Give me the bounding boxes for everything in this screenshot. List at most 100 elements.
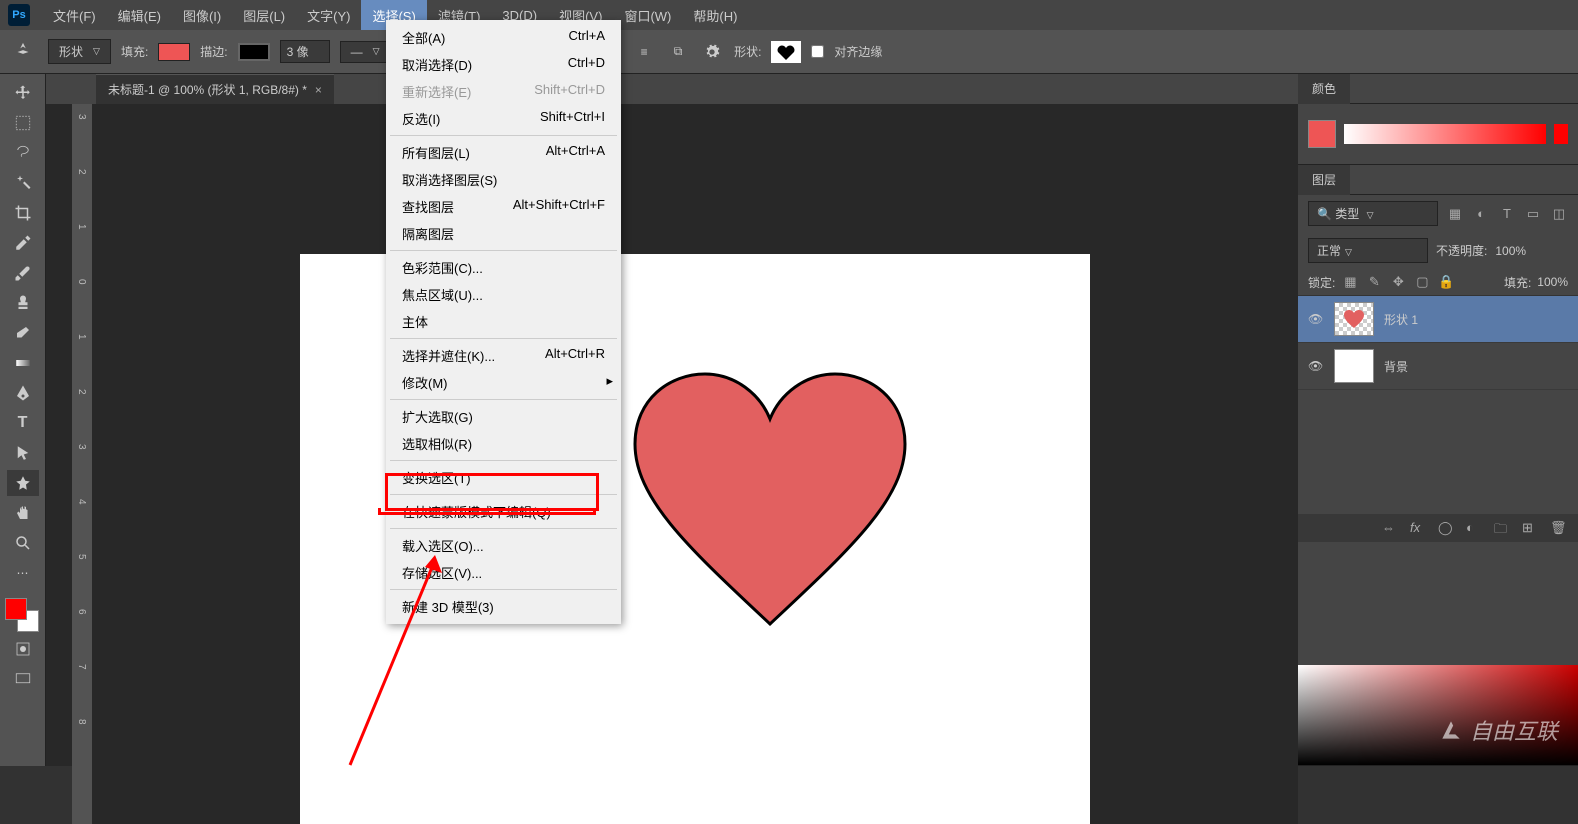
layer-item[interactable]: 👁背景 bbox=[1298, 343, 1578, 390]
layer-thumb[interactable] bbox=[1334, 302, 1374, 336]
filter-type-icon[interactable]: T bbox=[1498, 205, 1516, 223]
visibility-icon[interactable]: 👁 bbox=[1308, 312, 1324, 326]
annotation-highlight bbox=[385, 473, 599, 511]
dd-item[interactable]: 主体 bbox=[386, 308, 621, 335]
menu-4[interactable]: 文字(Y) bbox=[296, 0, 361, 30]
color-swatches[interactable] bbox=[5, 598, 41, 634]
document-tab[interactable]: 未标题-1 @ 100% (形状 1, RGB/8#) * × bbox=[96, 74, 334, 104]
menu-3[interactable]: 图层(L) bbox=[232, 0, 296, 30]
layer-thumb[interactable] bbox=[1334, 349, 1374, 383]
dd-item[interactable]: 所有图层(L)Alt+Ctrl+A bbox=[386, 139, 621, 166]
marquee-tool[interactable] bbox=[7, 110, 39, 136]
layers-panel-tab[interactable]: 图层 bbox=[1298, 165, 1350, 195]
select-menu-dropdown: 全部(A)Ctrl+A取消选择(D)Ctrl+D重新选择(E)Shift+Ctr… bbox=[386, 20, 621, 624]
dd-item[interactable]: 全部(A)Ctrl+A bbox=[386, 24, 621, 51]
eyedropper-tool[interactable] bbox=[7, 230, 39, 256]
new-layer-icon[interactable]: ⊞ bbox=[1522, 520, 1538, 536]
stroke-width-input[interactable]: 3 像 bbox=[280, 40, 330, 63]
lock-all-icon[interactable]: 🔒 bbox=[1437, 273, 1455, 291]
layer-name: 形状 1 bbox=[1384, 311, 1418, 328]
wand-tool[interactable] bbox=[7, 170, 39, 196]
edit-toolbar[interactable]: ⋯ bbox=[7, 560, 39, 586]
link-layers-icon[interactable]: ⇔ bbox=[1382, 520, 1398, 536]
color-slider[interactable] bbox=[1344, 124, 1546, 144]
align-edges-checkbox[interactable] bbox=[811, 45, 824, 58]
layer-filter-select[interactable]: 🔍 类型 ▽ bbox=[1308, 201, 1438, 226]
pen-tool[interactable] bbox=[7, 380, 39, 406]
stroke-swatch[interactable] bbox=[238, 43, 270, 61]
heart-shape[interactable] bbox=[630, 369, 910, 629]
brush-tool[interactable] bbox=[7, 260, 39, 286]
group-icon[interactable]: 🗀 bbox=[1494, 520, 1510, 536]
menu-0[interactable]: 文件(F) bbox=[42, 0, 107, 30]
fill-swatch[interactable] bbox=[158, 43, 190, 61]
lock-paint-icon[interactable]: ✎ bbox=[1365, 273, 1383, 291]
blend-mode-select[interactable]: 正常▽ bbox=[1308, 238, 1428, 263]
close-icon[interactable]: × bbox=[315, 83, 322, 97]
opacity-label: 不透明度: bbox=[1436, 242, 1487, 259]
fill-label: 填充: bbox=[121, 43, 148, 60]
dd-item[interactable]: 查找图层Alt+Shift+Ctrl+F bbox=[386, 193, 621, 220]
lasso-tool[interactable] bbox=[7, 140, 39, 166]
dd-item[interactable]: 色彩范围(C)... bbox=[386, 254, 621, 281]
menu-2[interactable]: 图像(I) bbox=[172, 0, 232, 30]
color-panel-tab[interactable]: 颜色 bbox=[1298, 74, 1350, 104]
visibility-icon[interactable]: 👁 bbox=[1308, 359, 1324, 373]
filter-adjust-icon[interactable]: ◐ bbox=[1472, 205, 1490, 223]
eraser-tool[interactable] bbox=[7, 320, 39, 346]
opacity-value[interactable]: 100% bbox=[1495, 244, 1526, 258]
crop-tool[interactable] bbox=[7, 200, 39, 226]
lock-artboard-icon[interactable]: ▢ bbox=[1413, 273, 1431, 291]
watermark: 自由互联 bbox=[1438, 714, 1558, 746]
trash-icon[interactable]: 🗑 bbox=[1550, 520, 1566, 536]
stamp-tool[interactable] bbox=[7, 290, 39, 316]
align-icon[interactable]: ≡ bbox=[632, 40, 656, 64]
dd-item[interactable]: 取消选择图层(S) bbox=[386, 166, 621, 193]
dd-item[interactable]: 选取相似(R) bbox=[386, 430, 621, 457]
gradient-tool[interactable] bbox=[7, 350, 39, 376]
color-fg-swatch[interactable] bbox=[1308, 120, 1336, 148]
foreground-color[interactable] bbox=[5, 598, 27, 620]
zoom-tool[interactable] bbox=[7, 530, 39, 556]
gear-icon[interactable] bbox=[700, 40, 724, 64]
filter-shape-icon[interactable]: ▭ bbox=[1524, 205, 1542, 223]
canvas-area[interactable] bbox=[92, 104, 1298, 824]
path-select-tool[interactable] bbox=[7, 440, 39, 466]
menu-9[interactable]: 窗口(W) bbox=[613, 0, 682, 30]
color-end-swatch[interactable] bbox=[1554, 124, 1568, 144]
lock-transparent-icon[interactable]: ▦ bbox=[1341, 273, 1359, 291]
layer-fill-value[interactable]: 100% bbox=[1537, 275, 1568, 289]
dd-item[interactable]: 隔离图层 bbox=[386, 220, 621, 247]
dd-item[interactable]: 焦点区域(U)... bbox=[386, 281, 621, 308]
align-edges-label: 对齐边缘 bbox=[834, 43, 882, 60]
dd-item[interactable]: 扩大选取(G) bbox=[386, 403, 621, 430]
filter-pixel-icon[interactable]: ▦ bbox=[1446, 205, 1464, 223]
dd-item[interactable]: 取消选择(D)Ctrl+D bbox=[386, 51, 621, 78]
document-tabs: 未标题-1 @ 100% (形状 1, RGB/8#) * × bbox=[46, 74, 1298, 104]
move-tool[interactable] bbox=[7, 80, 39, 106]
mask-icon[interactable]: ◯ bbox=[1438, 520, 1454, 536]
type-tool[interactable]: T bbox=[7, 410, 39, 436]
shape-picker[interactable] bbox=[771, 41, 801, 63]
dd-item: 重新选择(E)Shift+Ctrl+D bbox=[386, 78, 621, 105]
arrange-icon[interactable]: ⧉ bbox=[666, 40, 690, 64]
dd-item[interactable]: 选择并遮住(K)...Alt+Ctrl+R bbox=[386, 342, 621, 369]
filter-smart-icon[interactable]: ◫ bbox=[1550, 205, 1568, 223]
dd-item[interactable]: 修改(M) bbox=[386, 369, 621, 396]
shape-tool[interactable] bbox=[7, 470, 39, 496]
shape-mode-select[interactable]: 形状▽ bbox=[48, 39, 111, 64]
hand-tool[interactable] bbox=[7, 500, 39, 526]
layer-item[interactable]: 👁 形状 1 bbox=[1298, 296, 1578, 343]
menu-10[interactable]: 帮助(H) bbox=[682, 0, 748, 30]
menu-1[interactable]: 编辑(E) bbox=[107, 0, 172, 30]
annotation-highlight-2 bbox=[378, 508, 596, 515]
lock-move-icon[interactable]: ✥ bbox=[1389, 273, 1407, 291]
shape-picker-label: 形状: bbox=[734, 43, 761, 60]
quickmask-tool[interactable] bbox=[7, 636, 39, 662]
dd-item[interactable]: 反选(I)Shift+Ctrl+I bbox=[386, 105, 621, 132]
fx-icon[interactable]: fx bbox=[1410, 520, 1426, 536]
adjustment-icon[interactable]: ◐ bbox=[1466, 520, 1482, 536]
screenmode-tool[interactable] bbox=[7, 666, 39, 692]
layer-footer: ⇔ fx ◯ ◐ 🗀 ⊞ 🗑 bbox=[1298, 514, 1578, 542]
tool-preset-icon[interactable] bbox=[8, 37, 38, 67]
